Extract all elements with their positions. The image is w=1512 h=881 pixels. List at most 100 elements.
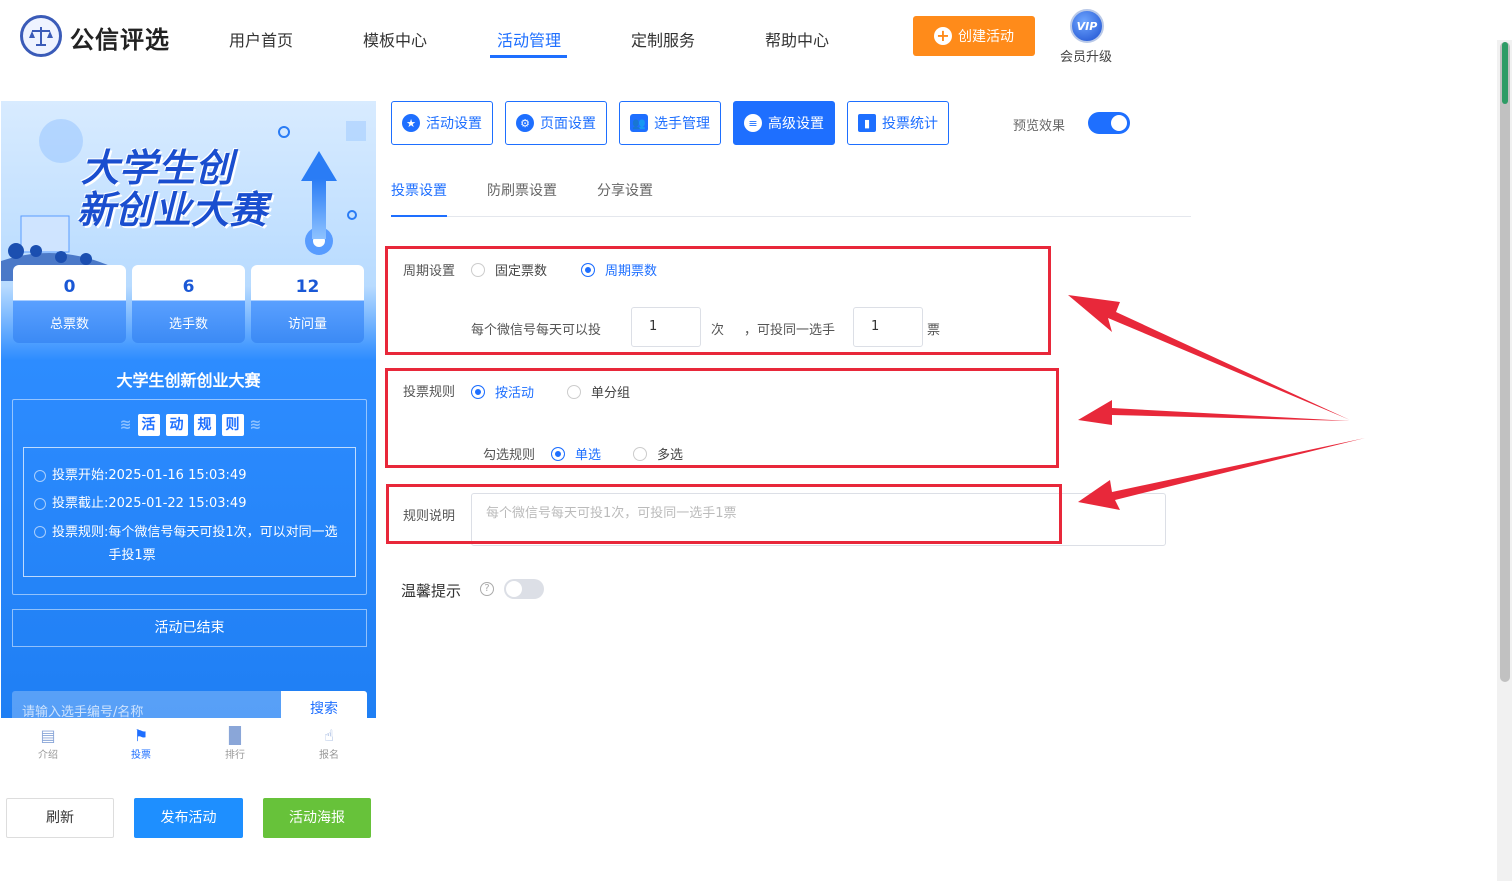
player-search-input[interactable]: 请输入选手编号/名称 [12,691,281,718]
wave-icon: ≋ [249,417,262,433]
arrow-stem [312,179,326,239]
rules-heading: ≋ 活 动 规 则 ≋ [13,414,368,436]
star-icon: ★ [402,114,420,132]
activity-poster-button[interactable]: 活动海报 [263,798,371,838]
tab-ranking[interactable]: ▐▌ 排行 [205,726,265,761]
stat-total-votes: 0 总票数 [13,265,126,343]
activity-settings-button[interactable]: ★ 活动设置 [391,101,493,145]
plus-icon: + [934,27,952,45]
nav-item-templates[interactable]: 模板中心 [363,27,427,51]
nav-item-home[interactable]: 用户首页 [229,27,293,51]
rule-value: 2025-01-22 15:03:49 [108,496,247,511]
tab-anti-fraud-settings[interactable]: 防刷票设置 [487,180,557,200]
stat-value: 12 [295,277,320,297]
banner-title-line1: 大学生创 [81,146,234,190]
flag-icon: ⚑ [133,726,149,745]
tool-button-label: 页面设置 [540,116,596,132]
rule-end: 投票截止: 2025-01-22 15:03:49 [34,490,345,518]
tab-vote-settings[interactable]: 投票设置 [391,180,447,200]
info-icon [34,526,46,538]
gear-icon: ⚙ [516,114,534,132]
tool-button-label: 投票统计 [882,116,938,132]
tab-label: 报名 [319,750,339,761]
rule-start: 投票开始: 2025-01-16 15:03:49 [34,462,345,490]
scrollbar-thumb[interactable] [1500,42,1510,682]
vote-statistics-button[interactable]: ▮ 投票统计 [847,101,949,145]
arrow-to-description [1078,438,1365,510]
highlight-box-rule [385,368,1059,468]
tab-share-settings[interactable]: 分享设置 [597,180,653,200]
tab-signup[interactable]: ☝ 报名 [299,726,359,761]
rule-value: 每个微信号每天可投1次，可以对同一选手投1票 [108,525,338,563]
rules-heading-char: 活 [137,414,160,436]
subtab-divider [391,216,1191,217]
tool-button-label: 活动设置 [426,116,482,132]
annotation-arrows [1068,295,1365,510]
sliders-icon: ≡ [744,114,762,132]
rule-label: 投票截止: [52,496,109,511]
tab-intro[interactable]: ▤ 介绍 [18,726,78,761]
player-management-button[interactable]: 👥 选手管理 [619,101,721,145]
bar-chart-icon: ▮ [858,114,876,132]
rules-heading-char: 规 [193,414,216,436]
preview-effect-toggle[interactable] [1088,112,1130,134]
clock-icon [34,470,46,482]
warm-tip-toggle[interactable] [504,579,544,599]
tool-button-label: 选手管理 [654,116,710,132]
rule-label: 投票规则: [52,525,109,540]
refresh-button[interactable]: 刷新 [6,798,114,838]
vip-upgrade-link[interactable]: 会员升级 [1060,46,1112,65]
clock-icon [34,498,46,510]
rules-panel: ≋ 活 动 规 则 ≋ 投票开始: 2025-01-16 15:03:49 投票… [12,399,367,595]
tool-button-label: 高级设置 [768,116,824,132]
create-activity-button[interactable]: + 创建活动 [913,16,1035,56]
nav-item-activity-management[interactable]: 活动管理 [497,27,561,51]
create-activity-label: 创建活动 [958,29,1014,45]
page-settings-button[interactable]: ⚙ 页面设置 [505,101,607,145]
scrollbar-indicator [1502,42,1508,104]
arrow-up-icon [301,151,337,181]
player-search-button[interactable]: 搜索 [281,691,367,718]
subtab-active-underline [391,215,447,217]
activity-ended-banner: 活动已结束 [12,609,367,647]
activity-title: 大学生创新创业大赛 [116,371,261,390]
nav-item-custom-service[interactable]: 定制服务 [631,27,695,51]
brand-logo-icon[interactable] [20,15,62,57]
preview-effect-label: 预览效果 [1013,119,1066,134]
stat-value: 0 [63,277,76,297]
banner-title-line2: 新创业大赛 [77,188,268,232]
help-icon[interactable]: ? [480,582,494,596]
stat-value: 6 [182,277,195,297]
rule-label: 投票开始: [52,468,109,483]
stat-players: 6 选手数 [132,265,245,343]
wave-icon: ≋ [119,417,132,433]
document-icon: ▤ [40,726,56,745]
stat-label: 访问量 [287,317,327,332]
warm-tip-label: 温馨提示 [401,582,462,600]
tab-label: 投票 [131,750,151,761]
nav-item-help-center[interactable]: 帮助中心 [765,27,829,51]
tab-vote[interactable]: ⚑ 投票 [111,726,171,761]
nav-active-underline [490,55,567,58]
tab-label: 介绍 [38,750,58,761]
rules-list: 投票开始: 2025-01-16 15:03:49 投票截止: 2025-01-… [23,447,356,577]
advanced-settings-button[interactable]: ≡ 高级设置 [733,101,835,145]
rule-vote-rule: 投票规则: 每个微信号每天可投1次，可以对同一选手投1票 [34,521,345,567]
vip-badge-icon[interactable]: VIP [1070,9,1104,43]
mobile-preview: 大学生创 新创业大赛 0 总票数 6 选手数 12 访问量 大学生创新创业大赛 … [1,101,376,718]
stat-label: 选手数 [168,317,208,332]
highlight-box-description [386,484,1062,544]
rules-heading-char: 动 [165,414,188,436]
brand-name[interactable]: 公信评选 [70,20,170,55]
users-icon: 👥 [630,114,648,132]
bar-chart-icon: ▐▌ [222,726,248,745]
highlight-box-cycle [385,246,1051,355]
publish-activity-button[interactable]: 发布活动 [134,798,243,838]
rules-heading-char: 则 [221,414,244,436]
tab-label: 排行 [225,750,245,761]
rule-value: 2025-01-16 15:03:49 [108,468,247,483]
arrow-to-rule [1078,400,1350,425]
stat-label: 总票数 [49,317,89,332]
hand-pointer-icon: ☝ [324,726,334,745]
banner-title: 大学生创 新创业大赛 [77,146,267,231]
